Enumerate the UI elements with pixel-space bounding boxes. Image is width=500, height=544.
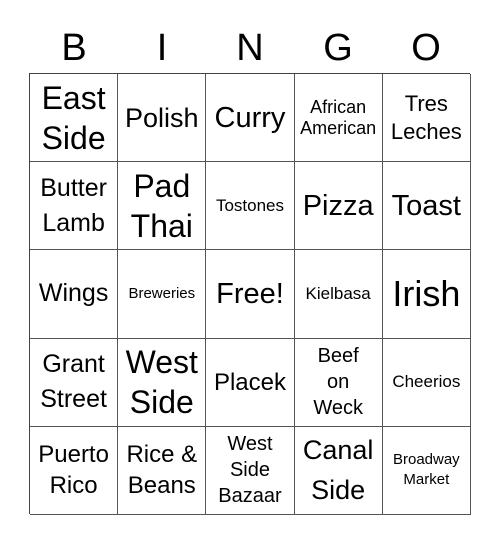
cell-label: Breweries — [128, 284, 196, 302]
bingo-cell-g5[interactable]: Canal Side — [294, 426, 383, 515]
bingo-cell-n5[interactable]: West Side Bazaar — [206, 426, 295, 515]
bingo-cell-g4[interactable]: Beef on Weck — [294, 338, 383, 427]
cell-label: Kielbasa — [305, 283, 371, 303]
bingo-cell-i1[interactable]: Polish — [118, 74, 207, 163]
header-letter-o: O — [411, 27, 441, 69]
bingo-cell-b1[interactable]: East Side — [30, 74, 119, 163]
cell-label: Tostones — [215, 195, 284, 215]
bingo-cell-b5[interactable]: Puerto Rico — [30, 426, 119, 515]
bingo-cell-i5[interactable]: Rice & Beans — [118, 426, 207, 515]
bingo-cell-g3[interactable]: Kielbasa — [294, 250, 383, 339]
cell-label: West Side Bazaar — [218, 433, 282, 508]
cell-label: Pizza — [302, 189, 374, 222]
bingo-cell-i4[interactable]: West Side — [118, 338, 207, 427]
cell-label: Canal Side — [302, 435, 374, 506]
header-letter-b: B — [61, 27, 87, 69]
bingo-cell-n4[interactable]: Placek — [206, 338, 295, 427]
bingo-cell-g1[interactable]: African American — [294, 74, 383, 163]
bingo-cell-i2[interactable]: Pad Thai — [118, 162, 207, 251]
bingo-cell-b2[interactable]: Butter Lamb — [30, 162, 119, 251]
header-letter-i: I — [156, 27, 168, 69]
bingo-cell-g2[interactable]: Pizza — [294, 162, 383, 251]
header-letter-g: G — [323, 27, 353, 69]
bingo-header: B I N G O — [30, 28, 470, 68]
cell-label: Butter Lamb — [40, 173, 107, 237]
bingo-cell-o3[interactable]: Irish — [382, 250, 471, 339]
cell-label: West Side — [125, 344, 198, 421]
bingo-cell-b4[interactable]: Grant Street — [30, 338, 119, 427]
cell-label: Polish — [125, 102, 199, 133]
cell-label: Curry — [214, 101, 286, 134]
bingo-cell-n3[interactable]: Free! — [206, 250, 295, 339]
cell-label: Grant Street — [40, 350, 107, 414]
cell-label: Cheerios — [392, 372, 461, 392]
bingo-cell-o2[interactable]: Toast — [382, 162, 471, 251]
cell-label: Irish — [392, 272, 461, 314]
bingo-cell-n1[interactable]: Curry — [206, 74, 295, 163]
bingo-grid: East Side Polish Curry African American Tres… — [29, 73, 471, 515]
bingo-cell-b3[interactable]: Wings — [30, 250, 119, 339]
cell-label: Broadway Market — [392, 451, 460, 489]
header-letter-n: N — [236, 27, 264, 69]
cell-label: Wings — [38, 279, 109, 308]
cell-label: Free! — [216, 277, 284, 310]
cell-label: Toast — [391, 189, 461, 222]
cell-label: African American — [300, 96, 377, 138]
cell-label: East Side — [41, 79, 106, 156]
bingo-cell-i3[interactable]: Breweries — [118, 250, 207, 339]
cell-label: Puerto Rico — [38, 441, 109, 500]
cell-label: Beef on Weck — [313, 345, 363, 420]
cell-label: Placek — [213, 368, 286, 396]
bingo-cell-n2[interactable]: Tostones — [206, 162, 295, 251]
bingo-cell-o1[interactable]: Tres Leches — [382, 74, 471, 163]
cell-label: Rice & Beans — [126, 441, 198, 500]
bingo-cell-o4[interactable]: Cheerios — [382, 338, 471, 427]
bingo-cell-o5[interactable]: Broadway Market — [382, 426, 471, 515]
cell-label: Pad Thai — [130, 167, 193, 244]
cell-label: Tres Leches — [390, 90, 462, 144]
